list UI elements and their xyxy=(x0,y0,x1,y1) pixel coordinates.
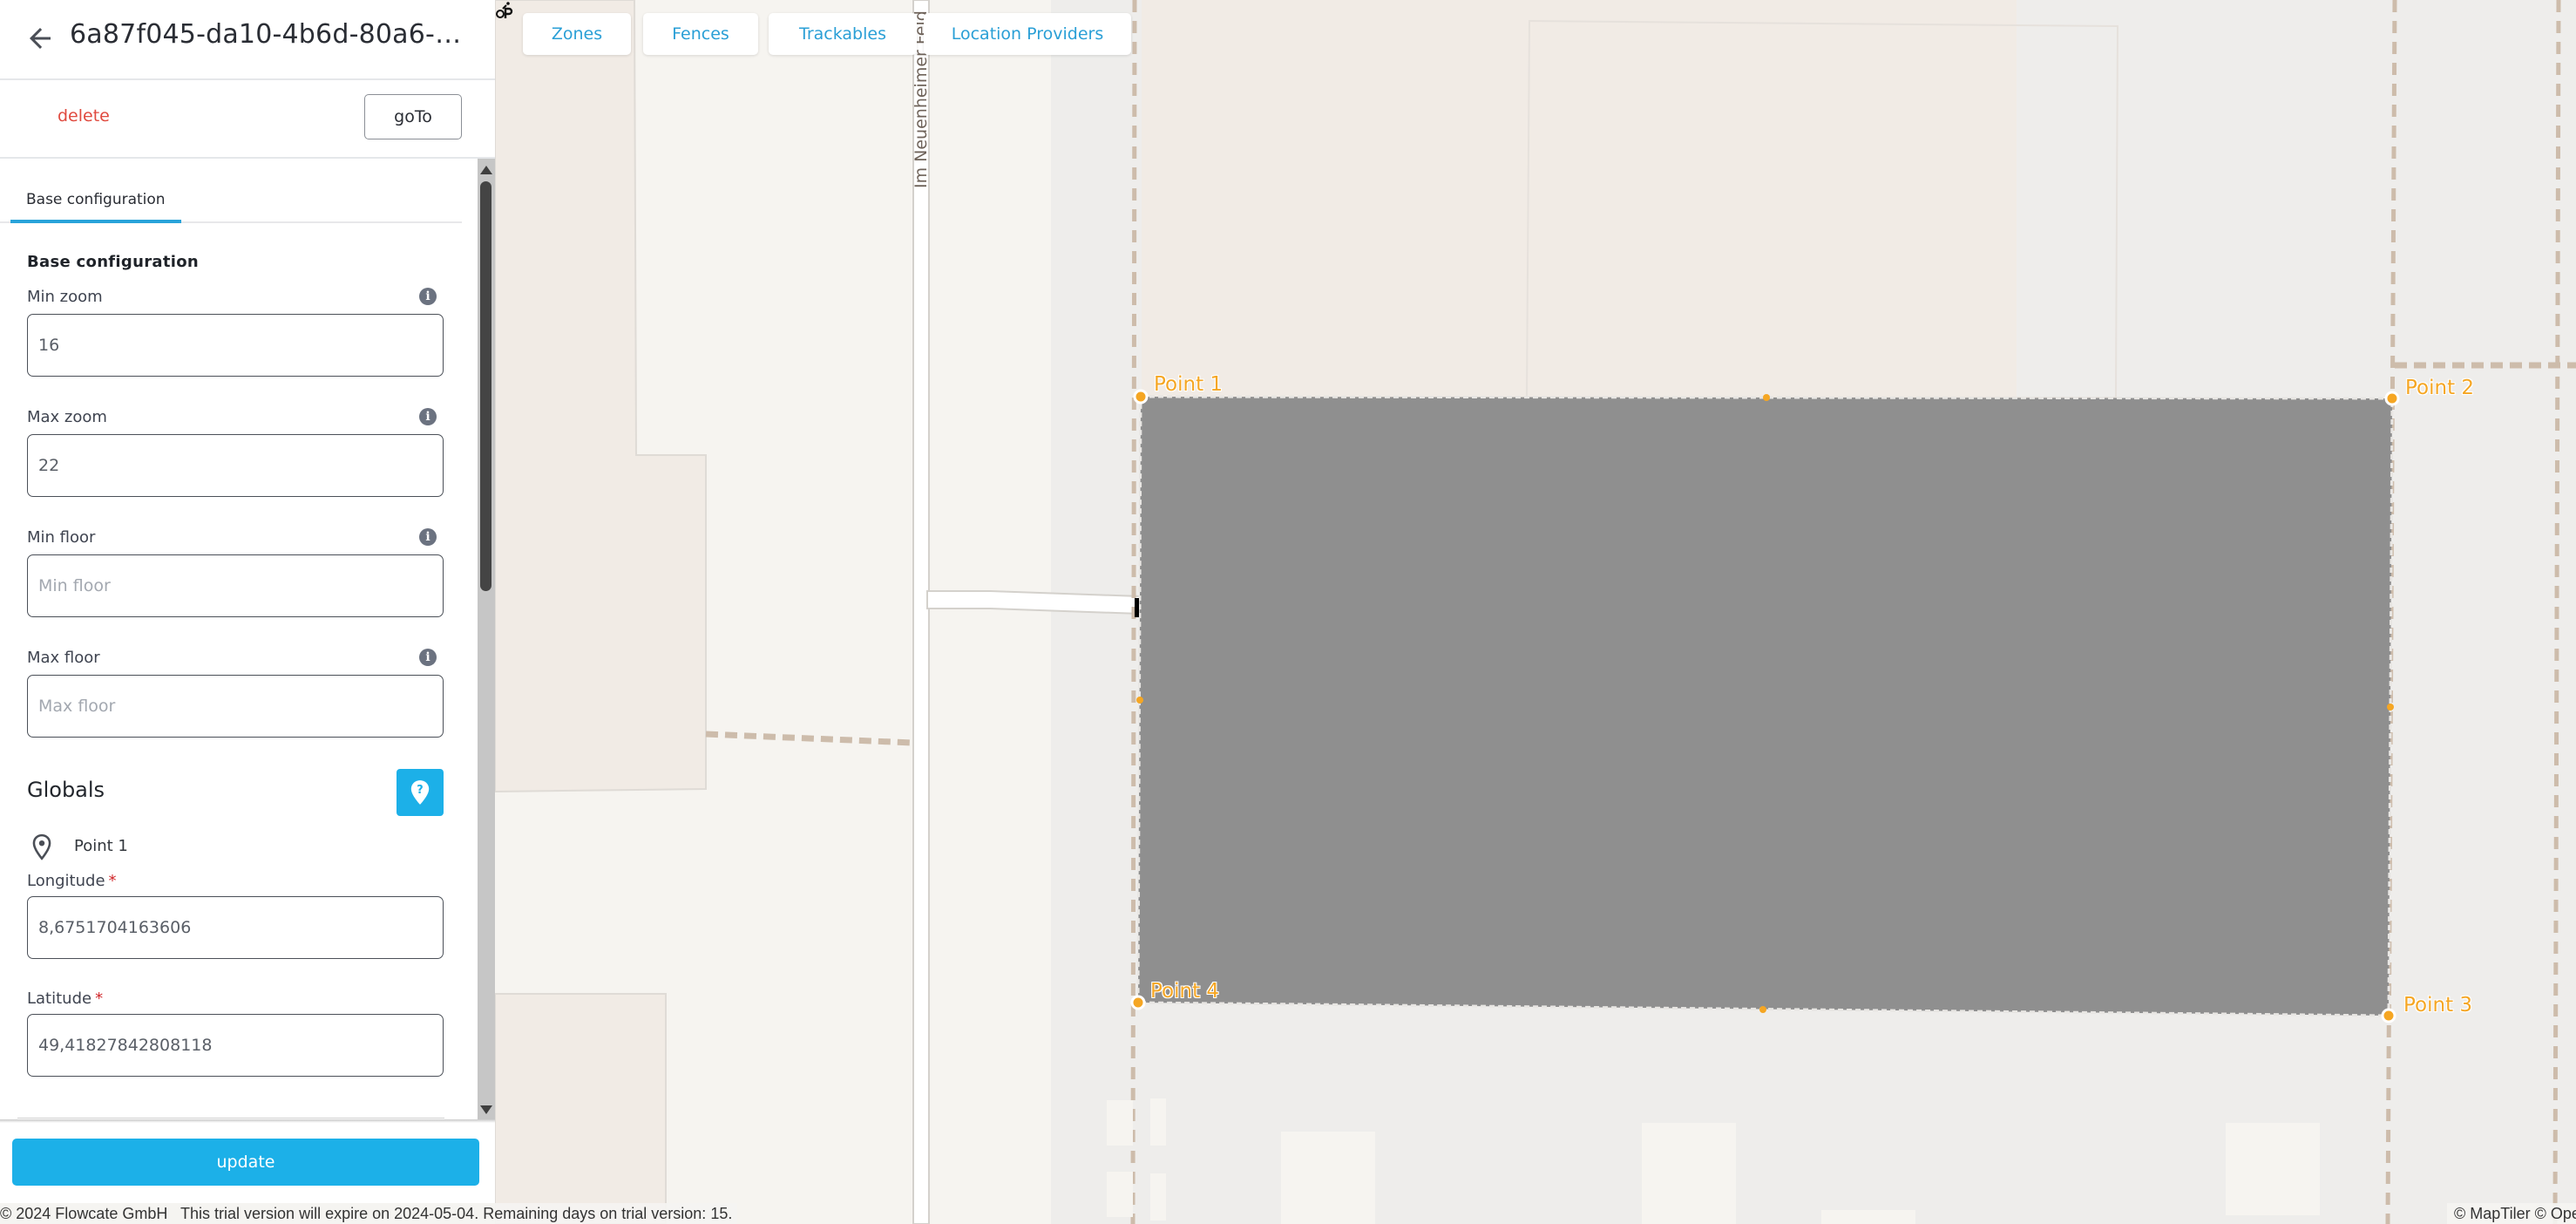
midpoint-handle[interactable] xyxy=(1136,697,1143,704)
vertex-handle[interactable] xyxy=(2381,1008,2396,1023)
max-zoom-input[interactable] xyxy=(27,434,444,497)
required-mark: * xyxy=(95,989,104,1008)
info-icon[interactable]: i xyxy=(419,528,437,546)
point-label: Point 1 xyxy=(74,837,128,855)
page-title: 6a87f045-da10-4b6d-80a6-c99... xyxy=(70,19,471,50)
longitude-label-text: Longitude xyxy=(27,872,105,890)
land-area xyxy=(929,0,1051,1224)
max-zoom-label: Max zoom xyxy=(27,408,107,426)
location-providers-button[interactable]: Location Providers xyxy=(924,13,1131,55)
globals-title: Globals xyxy=(27,778,105,802)
location-question-icon: ? xyxy=(410,780,430,805)
panel-header: 6a87f045-da10-4b6d-80a6-c99... xyxy=(0,0,495,80)
scroll-up-arrow-icon[interactable] xyxy=(480,166,492,174)
trackables-button[interactable]: Trackables xyxy=(769,13,917,55)
point-label-2: Point 2 xyxy=(2405,377,2475,399)
tab-bar: Base configuration xyxy=(0,185,462,223)
zones-button[interactable]: Zones xyxy=(523,13,631,55)
max-floor-label: Max floor xyxy=(27,649,100,667)
update-button[interactable]: update xyxy=(12,1139,479,1186)
latitude-input[interactable] xyxy=(27,1014,444,1077)
copyright-text: © 2024 Flowcate GmbH xyxy=(0,1205,168,1222)
building xyxy=(1642,1123,1736,1224)
fences-button[interactable]: Fences xyxy=(643,13,758,55)
zone-polygon[interactable] xyxy=(1136,395,2394,1017)
tab-base-configuration[interactable]: Base configuration xyxy=(10,185,181,223)
back-button[interactable] xyxy=(24,23,56,54)
map-pin-icon xyxy=(32,833,51,860)
vertex-handle[interactable] xyxy=(1130,995,1146,1010)
building xyxy=(1107,1100,1133,1146)
map-tiles xyxy=(495,0,2576,1224)
latitude-label: Latitude * xyxy=(27,989,103,1008)
delete-button[interactable]: delete xyxy=(58,106,110,126)
footer-shadow xyxy=(0,1119,495,1123)
midpoint-handle[interactable] xyxy=(2387,704,2394,711)
scroll-down-arrow-icon[interactable] xyxy=(480,1105,492,1114)
sidebar-panel: 6a87f045-da10-4b6d-80a6-c99... delete go… xyxy=(0,0,495,1203)
latitude-label-text: Latitude xyxy=(27,989,92,1008)
sidebar-scrollbar[interactable] xyxy=(478,159,495,1121)
form-scroll-area: Base configuration Base configuration Mi… xyxy=(0,159,478,1121)
divider xyxy=(17,1118,444,1119)
goto-button[interactable]: goTo xyxy=(364,94,462,139)
vertex-handle[interactable] xyxy=(2384,391,2400,406)
building xyxy=(1107,1172,1133,1217)
action-row: delete goTo xyxy=(0,80,495,159)
bicycle-parking-icon[interactable] xyxy=(495,0,516,21)
locate-point-button[interactable]: ? xyxy=(397,769,444,816)
info-icon[interactable]: i xyxy=(419,649,437,666)
scrollbar-thumb[interactable] xyxy=(480,181,491,591)
point-label-3: Point 3 xyxy=(2403,994,2473,1017)
section-title: Base configuration xyxy=(27,253,199,271)
footer-bar: © 2024 Flowcate GmbH This trial version … xyxy=(0,1203,738,1224)
longitude-input[interactable] xyxy=(27,896,444,959)
svg-text:?: ? xyxy=(417,784,423,797)
map-attribution[interactable]: © MapTiler © OpenStreetMap contributors xyxy=(2447,1203,2576,1224)
min-floor-label: Min floor xyxy=(27,528,96,547)
longitude-label: Longitude * xyxy=(27,872,117,890)
info-icon[interactable]: i xyxy=(419,408,437,425)
building xyxy=(1150,1098,1166,1146)
point-label-4: Point 4 xyxy=(1150,980,1220,1003)
point-label-1: Point 1 xyxy=(1154,373,1224,396)
required-mark: * xyxy=(108,872,117,890)
map-canvas[interactable]: Im Neuenheimer Feld Zones Fences Trackab… xyxy=(495,0,2576,1224)
trial-notice: This trial version will expire on 2024-0… xyxy=(180,1205,733,1222)
building xyxy=(495,993,667,1224)
building xyxy=(1281,1132,1375,1224)
building xyxy=(1150,1173,1166,1221)
min-floor-input[interactable] xyxy=(27,554,444,617)
building xyxy=(2226,1123,2320,1215)
arrow-left-icon xyxy=(30,28,51,49)
midpoint-handle[interactable] xyxy=(1763,394,1770,401)
min-zoom-input[interactable] xyxy=(27,314,444,377)
road-edge-marker xyxy=(1135,598,1139,617)
building xyxy=(1821,1210,1915,1224)
midpoint-handle[interactable] xyxy=(1759,1006,1766,1013)
building-area xyxy=(1142,0,2017,398)
info-icon[interactable]: i xyxy=(419,288,437,305)
vertex-handle[interactable] xyxy=(1133,389,1149,405)
max-floor-input[interactable] xyxy=(27,675,444,738)
min-zoom-label: Min zoom xyxy=(27,288,103,306)
